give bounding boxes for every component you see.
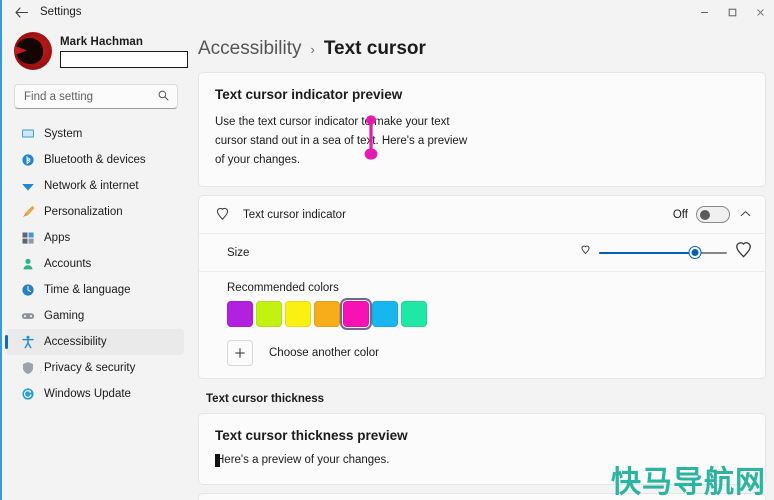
color-swatch-violet[interactable] — [227, 301, 253, 327]
account-header[interactable]: Mark Hachman — [2, 26, 190, 78]
sidebar: Mark Hachman Find a setting System Bluet… — [2, 24, 190, 500]
sidebar-item-label: Time & language — [44, 284, 131, 296]
text-cursor-indicator-group: Text cursor indicator Off Size Recommend… — [198, 195, 766, 379]
window-controls — [690, 0, 774, 24]
text-cursor-indicator-toggle[interactable] — [696, 206, 730, 223]
thickness-preview-body-wrap: Here's a preview of your changes. — [215, 453, 749, 467]
settings-scroll-area: Text cursor indicator preview Use the te… — [190, 72, 774, 500]
sidebar-item-label: System — [44, 128, 83, 140]
chevron-up-icon[interactable] — [738, 210, 753, 220]
sidebar-item-label: Privacy & security — [44, 362, 136, 374]
wifi-icon — [20, 179, 35, 194]
size-slider-thumb[interactable] — [689, 247, 701, 258]
thickness-preview-title: Text cursor thickness preview — [215, 428, 408, 443]
update-icon — [20, 387, 35, 402]
shield-icon — [20, 361, 35, 376]
account-text-field[interactable] — [60, 51, 188, 68]
sidebar-item-label: Personalization — [44, 206, 123, 218]
size-label: Size — [227, 246, 250, 259]
breadcrumb-parent[interactable]: Accessibility — [198, 38, 301, 60]
text-cursor-indicator-preview-card: Text cursor indicator preview Use the te… — [198, 72, 766, 187]
sidebar-item-label: Gaming — [44, 310, 85, 322]
color-swatch-orange[interactable] — [314, 301, 340, 327]
sidebar-item-system[interactable]: System — [6, 121, 184, 147]
sidebar-item-label: Bluetooth & devices — [44, 154, 146, 166]
text-cursor-indicator-row[interactable]: Text cursor indicator Off — [199, 196, 765, 234]
page-title: Text cursor — [323, 38, 426, 59]
sidebar-item-personalization[interactable]: Personalization — [6, 199, 184, 225]
sidebar-item-label: Accounts — [44, 258, 92, 270]
color-swatch-spring-green[interactable] — [401, 301, 427, 327]
apps-icon — [20, 231, 35, 246]
search-icon — [158, 90, 169, 104]
color-swatch-magenta[interactable] — [340, 298, 372, 330]
size-slider[interactable] — [599, 245, 727, 261]
sidebar-item-label: Accessibility — [44, 336, 107, 348]
sidebar-item-label: Apps — [44, 232, 71, 244]
maximize-button[interactable] — [718, 0, 746, 24]
breadcrumb-separator: › — [310, 42, 315, 57]
sidebar-item-label: Network & internet — [44, 180, 139, 192]
sidebar-item-accessibility[interactable]: Accessibility — [5, 329, 184, 355]
main-content: Accessibility › Text cursor Text cursor … — [190, 24, 774, 500]
gamepad-icon — [20, 309, 35, 324]
text-cursor-indicator-icon — [213, 207, 231, 222]
bluetooth-icon — [20, 153, 35, 168]
sidebar-nav: System Bluetooth & devices Network & int… — [2, 121, 190, 407]
sidebar-item-windows-update[interactable]: Windows Update — [6, 381, 184, 407]
sidebar-item-privacy-security[interactable]: Privacy & security — [6, 355, 184, 381]
clock-globe-icon — [20, 283, 35, 298]
brush-icon — [20, 205, 35, 220]
sidebar-item-bluetooth-devices[interactable]: Bluetooth & devices — [6, 147, 184, 173]
text-cursor-indicator-state: Off — [672, 208, 688, 221]
accessibility-icon — [20, 335, 35, 350]
close-button[interactable] — [746, 0, 774, 24]
avatar[interactable] — [14, 32, 52, 70]
size-row: Size — [199, 234, 765, 272]
size-slider-fill — [599, 251, 695, 254]
recommended-colors-block: Recommended colors Choose another color — [199, 272, 765, 378]
thickness-preview-body: Here's a preview of your changes. — [216, 453, 390, 466]
color-swatch-yellow-green[interactable] — [256, 301, 282, 327]
breadcrumb: Accessibility › Text cursor — [190, 24, 774, 72]
sidebar-item-accounts[interactable]: Accounts — [6, 251, 184, 277]
sidebar-item-network-internet[interactable]: Network & internet — [6, 173, 184, 199]
plus-icon[interactable] — [227, 340, 253, 366]
recommended-colors-label: Recommended colors — [227, 282, 339, 294]
preview-body: Use the text cursor indicator to make yo… — [215, 116, 468, 166]
choose-another-color-row[interactable]: Choose another color — [227, 340, 765, 366]
minimize-button[interactable] — [690, 0, 718, 24]
settings-window: Settings Mark Hachman Find a setting Sys… — [0, 0, 774, 500]
cursor-small-icon — [579, 244, 592, 262]
sidebar-item-label: Windows Update — [44, 388, 131, 400]
thickness-caret-graphic — [215, 454, 220, 467]
cursor-large-icon — [734, 241, 753, 265]
window-title: Settings — [40, 6, 82, 18]
preview-title: Text cursor indicator preview — [215, 87, 403, 102]
site-watermark: 快马导航网 — [611, 466, 766, 499]
account-name: Mark Hachman — [60, 36, 144, 48]
thickness-section-heading: Text cursor thickness — [206, 393, 325, 405]
color-swatch-cyan-blue[interactable] — [372, 301, 398, 327]
color-swatch-yellow[interactable] — [285, 301, 311, 327]
monitor-icon — [20, 127, 35, 142]
text-cursor-indicator-graphic — [364, 115, 378, 160]
back-arrow-icon[interactable] — [8, 1, 34, 23]
search-input[interactable]: Find a setting — [14, 84, 178, 109]
sidebar-item-apps[interactable]: Apps — [6, 225, 184, 251]
person-icon — [20, 257, 35, 272]
choose-another-color-label: Choose another color — [269, 347, 379, 359]
title-bar: Settings — [2, 0, 774, 24]
sidebar-item-gaming[interactable]: Gaming — [6, 303, 184, 329]
text-cursor-indicator-label: Text cursor indicator — [243, 208, 346, 221]
search-placeholder: Find a setting — [24, 90, 94, 103]
sidebar-item-time-language[interactable]: Time & language — [6, 277, 184, 303]
color-swatch-list — [227, 298, 765, 330]
